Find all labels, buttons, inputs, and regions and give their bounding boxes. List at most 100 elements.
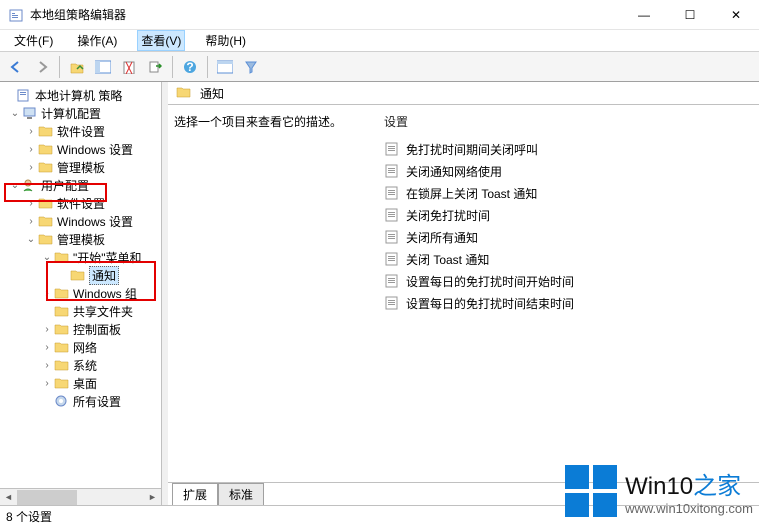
- setting-item[interactable]: 关闭通知网络使用: [384, 160, 753, 182]
- setting-item[interactable]: 关闭免打扰时间: [384, 204, 753, 226]
- policy-item-icon: [384, 207, 400, 223]
- tree-pane: 本地计算机 策略 ⌄ 计算机配置 › 软件设置 › Windows 设置 ›管理模板…: [0, 82, 162, 505]
- titlebar: 本地组策略编辑器 — ☐ ✕: [0, 0, 759, 30]
- menu-view[interactable]: 查看(V): [137, 30, 185, 51]
- setting-label: 关闭免打扰时间: [406, 207, 490, 224]
- tree-hscrollbar[interactable]: ◄ ►: [0, 488, 161, 505]
- close-button[interactable]: ✕: [713, 0, 759, 30]
- chevron-right-icon[interactable]: ›: [40, 360, 54, 371]
- show-hide-tree-button[interactable]: [91, 55, 115, 79]
- scroll-right-button[interactable]: ►: [144, 489, 161, 506]
- tree-item[interactable]: › 系统: [0, 356, 161, 374]
- main-area: 本地计算机 策略 ⌄ 计算机配置 › 软件设置 › Windows 设置 ›管理模板…: [0, 82, 759, 505]
- tree-item[interactable]: ›软件设置: [0, 194, 161, 212]
- chevron-down-icon[interactable]: ⌄: [8, 108, 22, 119]
- content-body: 选择一个项目来查看它的描述。 设置 免打扰时间期间关闭呼叫关闭通知网络使用在锁屏…: [168, 105, 759, 483]
- menu-help[interactable]: 帮助(H): [201, 30, 250, 51]
- chevron-right-icon[interactable]: ›: [24, 198, 38, 209]
- tree-label: Windows 设置: [57, 213, 133, 230]
- tree-label: Windows 设置: [57, 141, 133, 158]
- scroll-thumb[interactable]: [17, 490, 77, 505]
- tree-item[interactable]: 所有设置: [0, 392, 161, 410]
- setting-item[interactable]: 在锁屏上关闭 Toast 通知: [384, 182, 753, 204]
- scroll-track[interactable]: [17, 489, 144, 506]
- folder-icon: [54, 358, 70, 372]
- policy-item-icon: [384, 295, 400, 311]
- tab-standard[interactable]: 标准: [218, 483, 264, 505]
- up-button[interactable]: [65, 55, 89, 79]
- minimize-button[interactable]: —: [621, 0, 667, 30]
- tree-label: 计算机配置: [41, 105, 101, 122]
- maximize-button[interactable]: ☐: [667, 0, 713, 30]
- menu-file[interactable]: 文件(F): [10, 30, 57, 51]
- tree-item[interactable]: ›网络: [0, 338, 161, 356]
- back-button[interactable]: [4, 55, 28, 79]
- tree-label: 共享文件夹: [73, 303, 133, 320]
- menu-action[interactable]: 操作(A): [73, 30, 121, 51]
- tree-computer-config[interactable]: ⌄ 计算机配置: [0, 104, 161, 122]
- description-hint: 选择一个项目来查看它的描述。: [174, 113, 384, 130]
- tree-item[interactable]: › 软件设置: [0, 122, 161, 140]
- settings-column-header[interactable]: 设置: [384, 113, 753, 130]
- tree-label: 系统: [73, 357, 97, 374]
- folder-icon: [70, 268, 86, 282]
- setting-label: 设置每日的免打扰时间结束时间: [406, 295, 574, 312]
- setting-item[interactable]: 关闭 Toast 通知: [384, 248, 753, 270]
- tree-item[interactable]: 共享文件夹: [0, 302, 161, 320]
- forward-button[interactable]: [30, 55, 54, 79]
- policy-icon: [16, 88, 32, 102]
- chevron-down-icon[interactable]: ⌄: [24, 234, 38, 245]
- folder-icon: [54, 250, 70, 264]
- tree-item[interactable]: ⌄"开始"菜单和: [0, 248, 161, 266]
- tree-item[interactable]: ⌄管理模板: [0, 230, 161, 248]
- statusbar: 8 个设置: [0, 505, 759, 527]
- help-button[interactable]: ?: [178, 55, 202, 79]
- delete-button[interactable]: [117, 55, 141, 79]
- folder-icon: [54, 286, 70, 300]
- chevron-right-icon[interactable]: ›: [40, 342, 54, 353]
- window-title: 本地组策略编辑器: [30, 6, 621, 23]
- properties-button[interactable]: [213, 55, 237, 79]
- setting-item[interactable]: 免打扰时间期间关闭呼叫: [384, 138, 753, 160]
- setting-item[interactable]: 设置每日的免打扰时间结束时间: [384, 292, 753, 314]
- content-header: 通知: [168, 82, 759, 105]
- policy-item-icon: [384, 163, 400, 179]
- tree-item-notifications[interactable]: 通知: [0, 266, 161, 284]
- tree-item[interactable]: ›Windows 组: [0, 284, 161, 302]
- tree-item[interactable]: › Windows 设置: [0, 212, 161, 230]
- tree-item[interactable]: › 桌面: [0, 374, 161, 392]
- folder-icon: [54, 376, 70, 390]
- tree-item[interactable]: › Windows 设置: [0, 140, 161, 158]
- tree-label: 控制面板: [73, 321, 121, 338]
- filter-button[interactable]: [239, 55, 263, 79]
- toolbar-separator: [207, 56, 208, 78]
- export-button[interactable]: [143, 55, 167, 79]
- chevron-right-icon[interactable]: ›: [24, 162, 38, 173]
- content-pane: 通知 选择一个项目来查看它的描述。 设置 免打扰时间期间关闭呼叫关闭通知网络使用…: [168, 82, 759, 505]
- setting-item[interactable]: 关闭所有通知: [384, 226, 753, 248]
- tree-item[interactable]: › 控制面板: [0, 320, 161, 338]
- tree-root[interactable]: 本地计算机 策略: [0, 86, 161, 104]
- chevron-right-icon[interactable]: ›: [40, 378, 54, 389]
- computer-icon: [22, 106, 38, 120]
- folder-icon: [38, 214, 54, 228]
- setting-label: 关闭所有通知: [406, 229, 478, 246]
- chevron-right-icon[interactable]: ›: [40, 324, 54, 335]
- chevron-down-icon[interactable]: ⌄: [8, 180, 22, 191]
- tab-extended[interactable]: 扩展: [172, 483, 218, 505]
- toolbar-separator: [59, 56, 60, 78]
- chevron-down-icon[interactable]: ⌄: [40, 252, 54, 263]
- chevron-right-icon[interactable]: ›: [24, 144, 38, 155]
- tree-item[interactable]: ›管理模板: [0, 158, 161, 176]
- folder-icon: [38, 196, 54, 210]
- scroll-left-button[interactable]: ◄: [0, 489, 17, 506]
- tree-user-config[interactable]: ⌄ 用户配置: [0, 176, 161, 194]
- tree-label: 软件设置: [57, 123, 105, 140]
- chevron-right-icon[interactable]: ›: [24, 126, 38, 137]
- setting-item[interactable]: 设置每日的免打扰时间开始时间: [384, 270, 753, 292]
- chevron-right-icon[interactable]: ›: [24, 216, 38, 227]
- chevron-right-icon[interactable]: ›: [40, 288, 54, 299]
- tree: 本地计算机 策略 ⌄ 计算机配置 › 软件设置 › Windows 设置 ›管理模板…: [0, 82, 161, 414]
- tree-label: 桌面: [73, 375, 97, 392]
- toolbar-separator: [172, 56, 173, 78]
